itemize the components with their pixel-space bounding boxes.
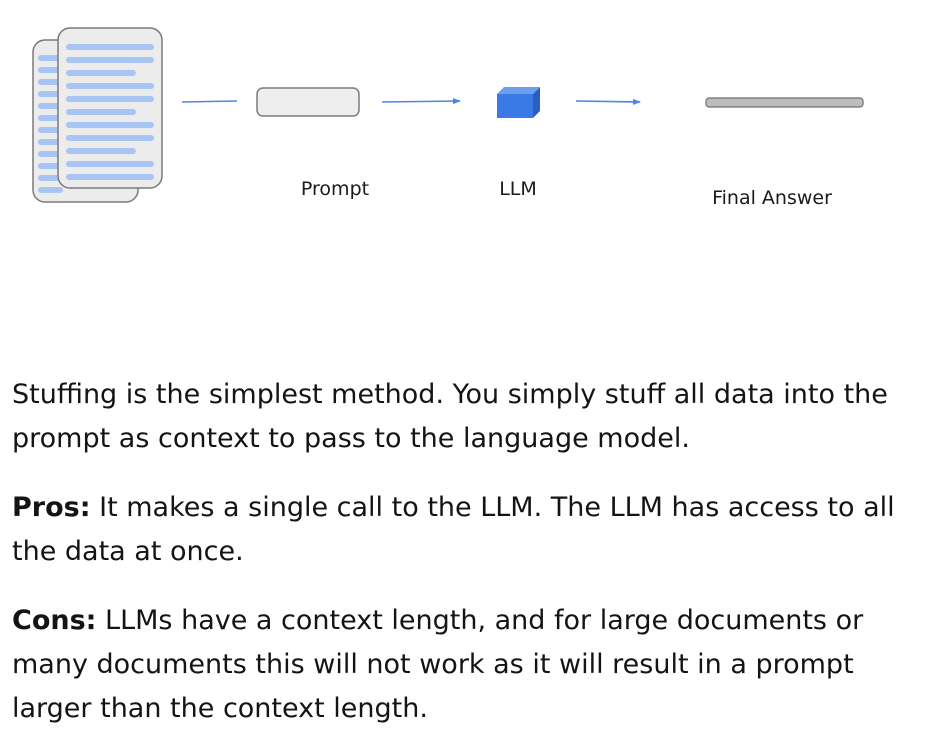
arrow-icon (381, 98, 461, 105)
cons-text: LLMs have a context length, and for larg… (12, 605, 864, 724)
llm-cube-icon (497, 87, 540, 118)
pros-text: It makes a single call to the LLM. The L… (12, 492, 895, 567)
intro-paragraph: Stuffing is the simplest method. You sim… (12, 379, 888, 454)
final-answer-label: Final Answer (712, 187, 832, 209)
final-answer-bar-icon (705, 97, 864, 108)
llm-label: LLM (499, 178, 537, 200)
front-document-icon (57, 27, 163, 189)
cons-label: Cons: (12, 605, 97, 636)
arrow-icon (575, 98, 641, 105)
pros-label: Pros: (12, 492, 91, 523)
connector-line (181, 100, 238, 103)
prompt-box-icon (256, 87, 360, 117)
prompt-label: Prompt (300, 178, 370, 200)
pros-paragraph: Pros: It makes a single call to the LLM.… (12, 486, 940, 574)
cons-paragraph: Cons: LLMs have a context length, and fo… (12, 599, 940, 731)
documents-stack-icon (32, 27, 163, 203)
